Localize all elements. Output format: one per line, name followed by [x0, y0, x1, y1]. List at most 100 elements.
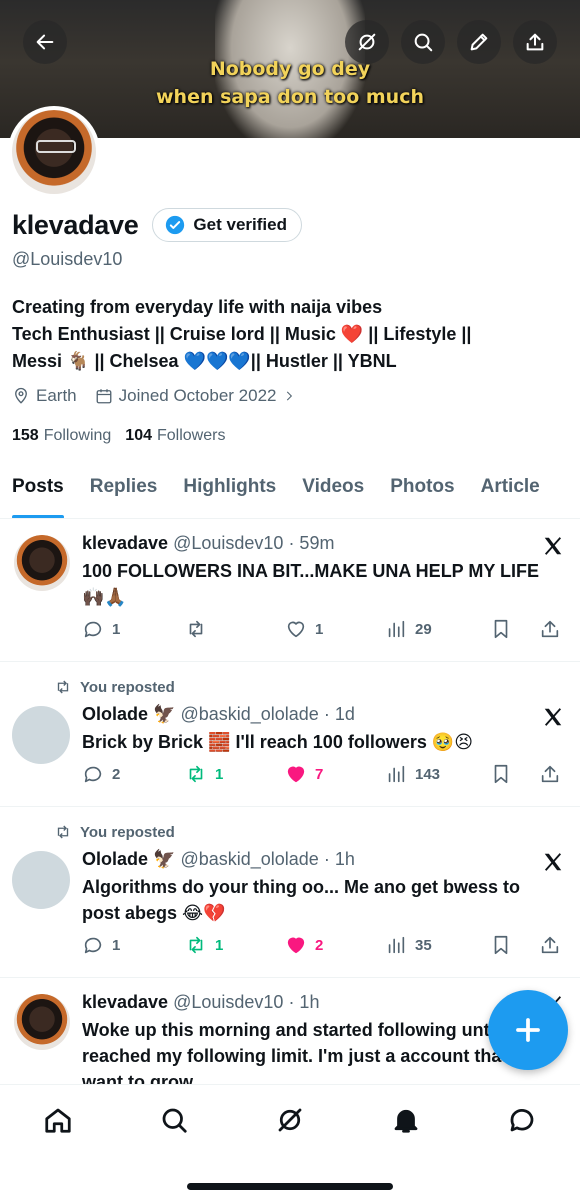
bookmark-icon [494, 935, 508, 955]
reply-button[interactable]: 2 [82, 763, 120, 785]
x-logo-icon [544, 708, 562, 726]
nav-grok[interactable] [273, 1103, 307, 1137]
post-avatar[interactable] [14, 535, 70, 591]
post-header: klevadave @Louisdev10 · 1h [82, 992, 319, 1013]
profile-handle: @Louisdev10 [12, 249, 123, 269]
repost-icon [57, 825, 69, 839]
grok-button[interactable] [345, 20, 389, 64]
heart-icon [287, 621, 305, 638]
profile-bio: Creating from everyday life with naija v… [12, 294, 572, 375]
tab-highlights[interactable]: Highlights [183, 462, 277, 518]
post-avatar[interactable] [14, 994, 70, 1050]
plus-icon [516, 1018, 540, 1042]
search-icon [162, 1108, 187, 1133]
repost-count: 1 [215, 765, 224, 783]
followers-link[interactable]: 104 Followers [125, 427, 239, 445]
repost-icon [189, 620, 203, 638]
repost-indicator: You reposted [54, 678, 175, 696]
post-text: 100 FOLLOWERS INA BIT...MAKE UNA HELP MY… [82, 561, 540, 607]
reply-icon [84, 766, 102, 783]
bio-line-3: Messi 🐐 || Chelsea 💙💙💙|| Hustler || YBNL [12, 351, 397, 371]
home-icon [45, 1108, 71, 1133]
repost-button[interactable]: 1 [185, 763, 223, 785]
share-icon [541, 936, 559, 954]
grok-icon [358, 33, 376, 51]
x-logo-icon [544, 853, 562, 871]
reply-icon [84, 621, 102, 638]
tab-label: Videos [302, 476, 365, 497]
bookmark-button[interactable] [490, 618, 520, 640]
message-icon [510, 1109, 534, 1132]
views-button[interactable]: 35 [385, 934, 432, 956]
tab-videos[interactable]: Videos [302, 462, 365, 518]
nav-explore[interactable] [157, 1103, 191, 1137]
like-button[interactable]: 1 [285, 618, 323, 640]
following-link[interactable]: 158 Following [12, 427, 125, 445]
tab-label: Photos [390, 476, 455, 497]
tab-label: Article [480, 476, 540, 497]
share-button[interactable] [539, 934, 569, 956]
post-item[interactable]: You reposted Ololade 🦅 @baskid_ololade ·… [0, 807, 580, 978]
heart-filled-icon [287, 937, 305, 954]
avatar-image [12, 110, 96, 194]
post-text: Algorithms do your thing oo... Me ano ge… [82, 877, 521, 923]
display-name: klevadave [12, 209, 139, 240]
post-item[interactable]: klevadave @Louisdev10 · 59m 100 FOLLOWER… [0, 519, 580, 662]
follow-counts: 158 Following 104 Followers [12, 427, 239, 445]
bookmark-icon [494, 619, 508, 639]
post-header: Ololade 🦅 @baskid_ololade · 1d [82, 704, 355, 725]
bio-line-1: Creating from everyday life with naija v… [12, 297, 383, 317]
tab-photos[interactable]: Photos [390, 462, 455, 518]
views-button[interactable]: 29 [385, 618, 432, 640]
following-count: 158 [12, 427, 39, 444]
bookmark-button[interactable] [490, 763, 520, 785]
tab-label: Highlights [183, 476, 277, 497]
post-author-name[interactable]: klevadave [82, 533, 168, 553]
get-verified-button[interactable]: Get verified [152, 208, 302, 242]
share-profile-button[interactable] [513, 20, 557, 64]
location-item: Earth [12, 386, 77, 406]
reply-button[interactable]: 1 [82, 618, 120, 640]
joined-item[interactable]: Joined October 2022 [95, 386, 303, 406]
share-button[interactable] [539, 618, 569, 640]
post-author-name[interactable]: Ololade 🦅 [82, 849, 175, 869]
share-icon [541, 765, 559, 783]
reply-button[interactable]: 1 [82, 934, 120, 956]
profile-avatar[interactable] [8, 106, 100, 198]
x-logo-icon [544, 537, 562, 555]
post-avatar[interactable] [12, 851, 70, 909]
tab-replies[interactable]: Replies [90, 462, 158, 518]
like-button[interactable]: 2 [285, 934, 323, 956]
nav-messages[interactable] [505, 1103, 539, 1137]
post-text: Woke up this morning and started followi… [82, 1020, 510, 1084]
profile-banner[interactable]: Nobody go dey when sapa don too much [0, 0, 580, 138]
repost-button[interactable]: 1 [185, 934, 223, 956]
reply-count: 2 [112, 765, 121, 783]
edit-profile-button[interactable] [457, 20, 501, 64]
post-author-name[interactable]: klevadave [82, 992, 168, 1012]
location-text: Earth [36, 386, 77, 405]
nav-home[interactable] [41, 1103, 75, 1137]
calendar-icon [96, 389, 112, 404]
profile-tabs: Posts Replies Highlights Videos Photos A… [0, 462, 580, 519]
post-item[interactable]: You reposted Ololade 🦅 @baskid_ololade ·… [0, 662, 580, 807]
back-button[interactable] [23, 20, 67, 64]
search-button[interactable] [401, 20, 445, 64]
post-author-name[interactable]: Ololade 🦅 [82, 704, 175, 724]
repost-indicator: You reposted [54, 823, 175, 841]
post-avatar[interactable] [12, 706, 70, 764]
post-actions: 1 1 2 35 [82, 934, 562, 960]
grok-icon [278, 1108, 302, 1132]
share-button[interactable] [539, 763, 569, 785]
like-button[interactable]: 7 [285, 763, 323, 785]
bookmark-button[interactable] [490, 934, 520, 956]
compose-post-button[interactable] [488, 990, 568, 1070]
tab-articles[interactable]: Article [480, 462, 540, 518]
bell-icon [394, 1109, 418, 1133]
views-button[interactable]: 143 [385, 763, 440, 785]
nav-notifications[interactable] [389, 1103, 423, 1137]
tab-posts[interactable]: Posts [12, 462, 64, 518]
views-count: 143 [415, 765, 441, 783]
share-icon [541, 620, 559, 638]
repost-button[interactable] [185, 618, 215, 640]
